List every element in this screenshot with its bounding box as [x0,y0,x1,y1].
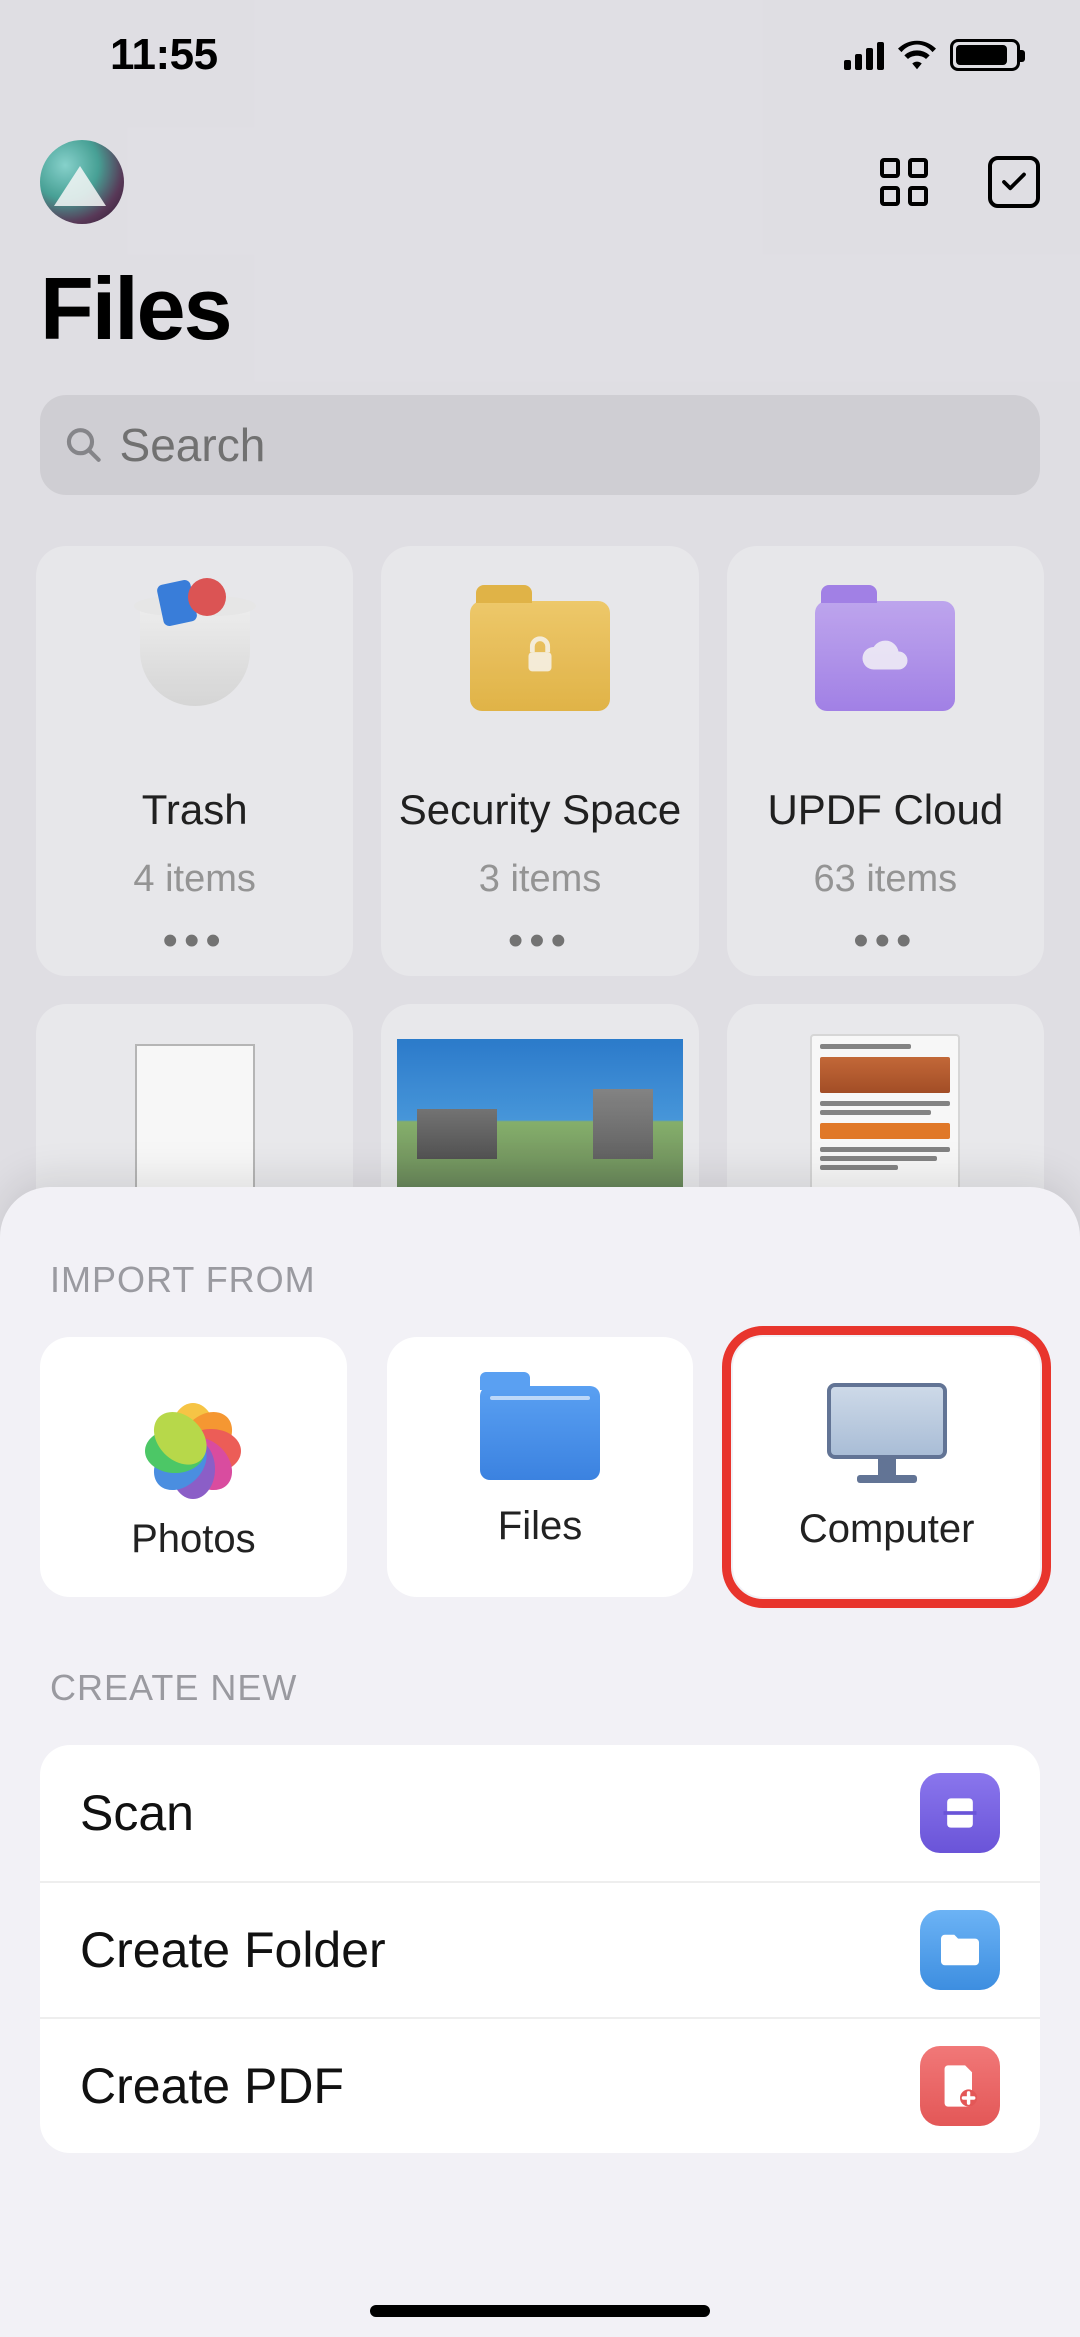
home-indicator[interactable] [370,2305,710,2317]
create-scan-button[interactable]: Scan [40,1745,1040,1881]
import-label: Files [498,1504,582,1549]
create-folder-button[interactable]: Create Folder [40,1881,1040,2017]
import-label: Photos [131,1517,256,1562]
create-item-label: Create PDF [80,2057,344,2115]
create-item-label: Create Folder [80,1921,386,1979]
import-label: Computer [799,1507,975,1552]
scan-icon [920,1773,1000,1853]
import-photos-button[interactable]: Photos [40,1337,347,1597]
create-section-label: CREATE NEW [50,1667,1040,1709]
pdf-badge-icon [920,2046,1000,2126]
computer-icon [822,1383,952,1483]
import-computer-button[interactable]: Computer [733,1337,1040,1597]
import-section-label: IMPORT FROM [50,1259,1040,1301]
photos-icon [133,1373,253,1493]
create-item-label: Scan [80,1784,194,1842]
folder-icon [480,1386,600,1480]
create-list: Scan Create Folder Create PDF [40,1745,1040,2153]
folder-badge-icon [920,1910,1000,1990]
import-files-button[interactable]: Files [387,1337,694,1597]
create-pdf-button[interactable]: Create PDF [40,2017,1040,2153]
import-row: Photos Files Computer [40,1337,1040,1597]
action-sheet: IMPORT FROM Photos Files Computer CREATE… [0,1187,1080,2337]
